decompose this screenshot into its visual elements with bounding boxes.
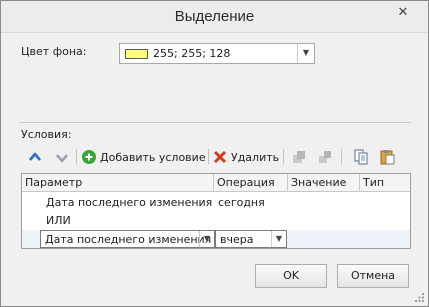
background-color-value: 255; 255; 128 xyxy=(153,47,231,60)
toolbar-separator xyxy=(341,149,342,164)
add-condition-button[interactable]: Добавить условие xyxy=(81,147,206,167)
table-row[interactable]: Дата последнего изменения ▼ вчера ▼ xyxy=(22,230,410,248)
close-icon: ✕ xyxy=(397,5,409,20)
conditions-toolbar: Добавить условие Удалить xyxy=(21,145,411,169)
table-row[interactable]: Дата последнего изменения сегодня xyxy=(22,194,410,212)
dialog-title: Выделение xyxy=(174,8,255,25)
toolbar-separator xyxy=(208,149,209,164)
resize-grip-icon[interactable] xyxy=(415,293,425,303)
copy-icon xyxy=(354,149,368,165)
ungroup-button[interactable] xyxy=(317,147,333,167)
copy-button[interactable] xyxy=(353,147,369,167)
column-header-type[interactable]: Тип xyxy=(360,174,410,192)
toolbar-separator xyxy=(76,149,77,164)
column-header-value[interactable]: Значение xyxy=(288,174,360,192)
chevron-down-icon[interactable]: ▼ xyxy=(199,231,214,247)
color-swatch xyxy=(125,49,148,59)
logic-operator-cell: ИЛИ xyxy=(46,214,71,227)
divider xyxy=(19,122,411,123)
toolbar-separator xyxy=(283,149,284,164)
ungroup-icon xyxy=(319,151,331,163)
operation-select-value: вчера xyxy=(220,233,254,246)
add-condition-label: Добавить условие xyxy=(100,150,206,164)
conditions-table: Параметр Операция Значение Тип Дата посл… xyxy=(21,173,411,249)
parameter-select-value: Дата последнего изменения xyxy=(45,233,212,246)
parameter-cell: Дата последнего изменения xyxy=(46,196,213,209)
chevron-down-icon[interactable]: ▼ xyxy=(271,231,286,247)
add-icon xyxy=(82,150,96,164)
background-panel: Цвет фона: 255; 255; 128 ▼ xyxy=(10,34,420,122)
title-bar[interactable]: Выделение ✕ xyxy=(1,1,428,33)
column-header-operation[interactable]: Операция xyxy=(214,174,288,192)
conditions-label: Условия: xyxy=(21,128,72,141)
arrow-down-icon xyxy=(56,154,68,163)
group-icon xyxy=(293,151,305,163)
delete-label: Удалить xyxy=(231,150,280,164)
arrow-up-icon xyxy=(29,152,41,161)
ok-button[interactable]: OK xyxy=(255,264,327,288)
background-color-label: Цвет фона: xyxy=(21,45,87,58)
group-button[interactable] xyxy=(291,147,307,167)
paste-icon xyxy=(380,150,395,165)
operation-select[interactable]: вчера ▼ xyxy=(215,230,287,248)
close-button[interactable]: ✕ xyxy=(386,3,420,23)
table-row[interactable]: ИЛИ xyxy=(22,212,410,230)
cancel-button[interactable]: Отмена xyxy=(337,264,409,288)
paste-button[interactable] xyxy=(379,147,395,167)
move-down-button[interactable] xyxy=(54,147,70,167)
parameter-select[interactable]: Дата последнего изменения ▼ xyxy=(40,230,215,248)
delete-button[interactable]: Удалить xyxy=(212,147,279,167)
column-header-parameter[interactable]: Параметр xyxy=(22,174,214,192)
chevron-down-icon[interactable]: ▼ xyxy=(297,44,314,63)
move-up-button[interactable] xyxy=(27,147,43,167)
operation-cell: сегодня xyxy=(218,196,265,209)
table-header: Параметр Операция Значение Тип xyxy=(22,174,410,192)
selection-dialog: Выделение ✕ Цвет фона: 255; 255; 128 ▼ У… xyxy=(0,0,429,307)
background-color-select[interactable]: 255; 255; 128 ▼ xyxy=(119,43,315,64)
delete-x-icon xyxy=(213,150,227,164)
